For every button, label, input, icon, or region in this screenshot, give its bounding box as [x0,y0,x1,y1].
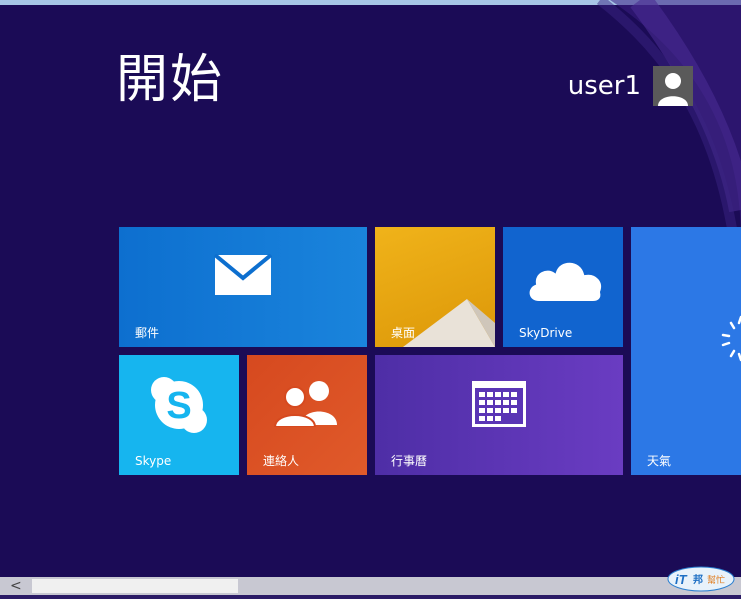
tile-calendar[interactable]: 行事曆 [375,355,623,475]
tile-label: 郵件 [135,326,160,340]
svg-text:邦: 邦 [693,573,703,586]
username: user1 [567,71,641,101]
tile-contacts[interactable]: 連絡人 [247,355,367,475]
ithome-logo: iT 邦 幫忙 [667,566,735,592]
tile-label: Skype [135,454,172,468]
svg-text:S: S [166,385,191,427]
cloud-icon [527,260,603,303]
mail-icon [214,254,272,295]
tile-label: 天氣 [647,454,672,468]
top-border [0,0,741,5]
bottom-border [0,595,741,599]
svg-text:iT: iT [675,572,688,587]
skype-icon: S [151,377,207,433]
horizontal-scrollbar[interactable]: < [0,577,741,595]
tile-label: 行事曆 [391,454,428,468]
people-icon [273,381,337,427]
tile-label: 連絡人 [263,454,300,468]
svg-text:幫忙: 幫忙 [707,574,725,585]
page-title: 開始 [116,50,225,110]
sun-loading-icon [721,315,741,362]
tile-label: 桌面 [391,326,416,340]
tile-mail[interactable]: 郵件 [119,227,367,347]
user-avatar-icon [653,66,693,106]
user-account[interactable]: user1 [568,66,693,106]
tile-skydrive[interactable]: SkyDrive [503,227,623,347]
scrollbar-thumb[interactable] [32,579,238,593]
tile-label: SkyDrive [519,326,573,340]
tile-weather[interactable]: 天氣 [631,227,741,475]
scroll-left-arrow-icon[interactable]: < [10,578,22,594]
calendar-icon [472,381,526,427]
tile-skype[interactable]: S Skype [119,355,239,475]
tile-desktop[interactable]: 桌面 [375,227,495,347]
